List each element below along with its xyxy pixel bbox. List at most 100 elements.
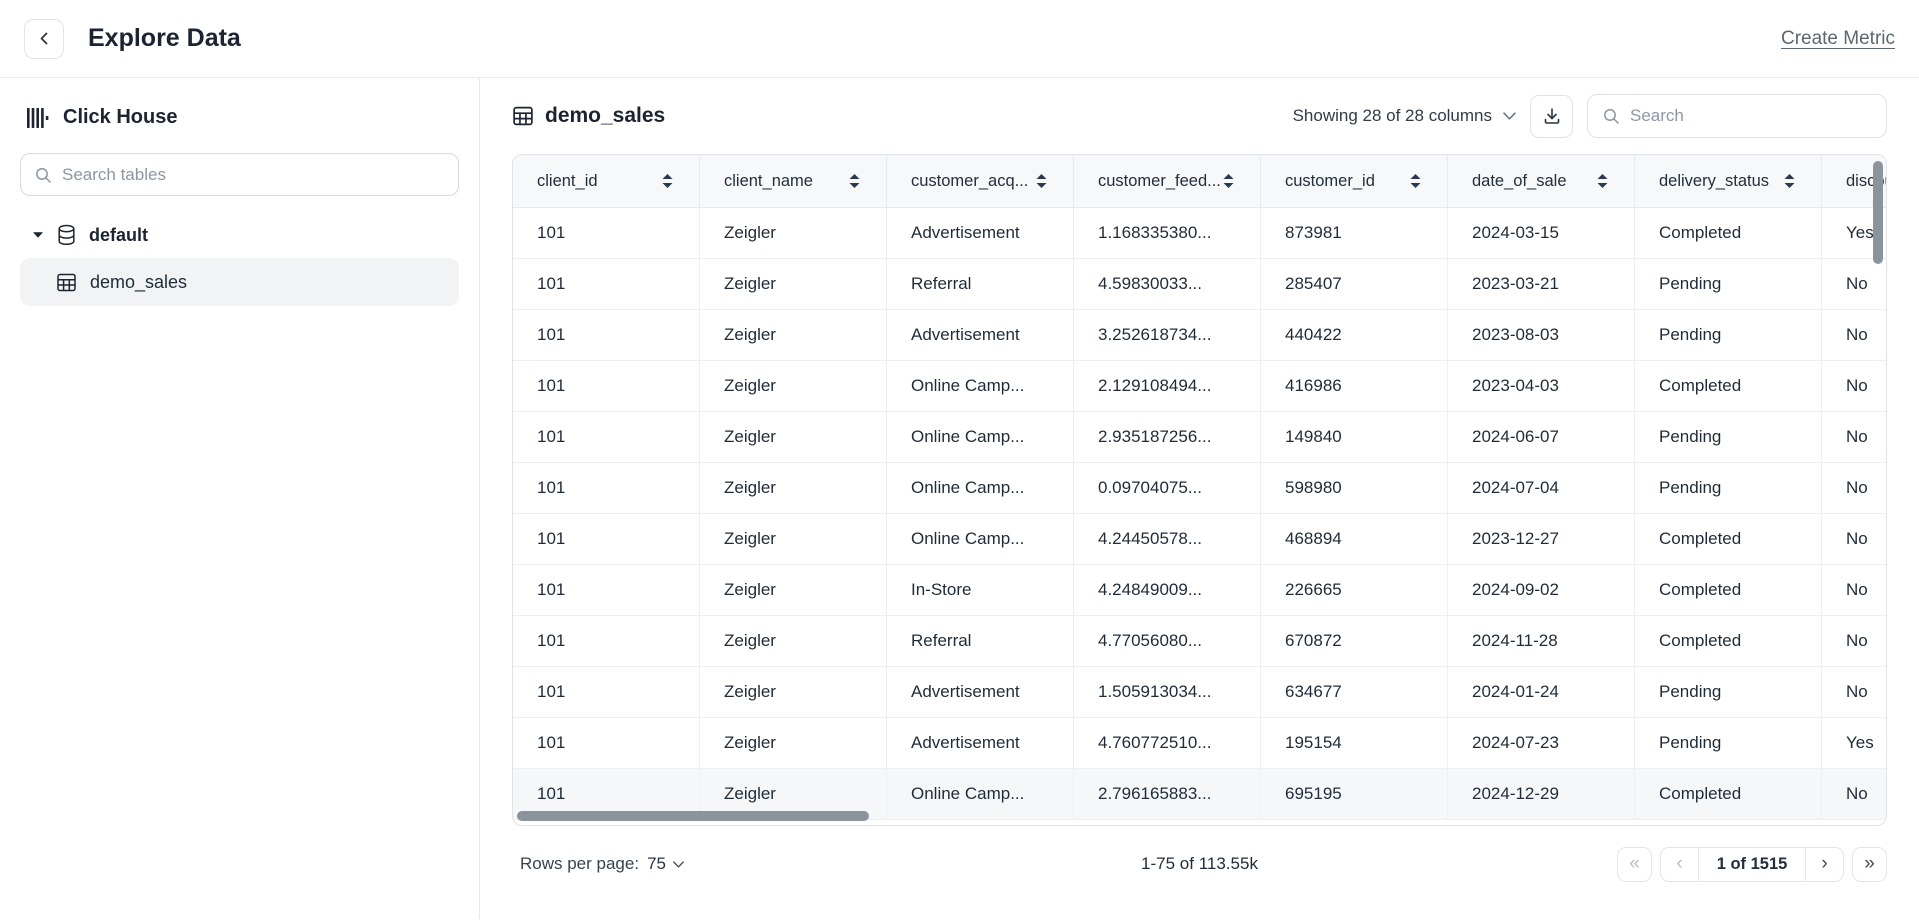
table-cell: Advertisement — [887, 310, 1074, 360]
rows-per-page-label: Rows per page: — [520, 854, 639, 874]
table-cell: 101 — [513, 412, 700, 462]
table-row[interactable]: 101ZeiglerAdvertisement4.760772510...195… — [513, 718, 1887, 769]
sort-icon[interactable] — [1223, 174, 1234, 188]
table-cell: 416986 — [1261, 361, 1448, 411]
table-cell: 598980 — [1261, 463, 1448, 513]
vertical-scrollbar-thumb[interactable] — [1873, 161, 1883, 264]
table-cell: Zeigler — [700, 412, 887, 462]
create-metric-link[interactable]: Create Metric — [1781, 28, 1895, 50]
datasource-header: Click House — [20, 106, 459, 129]
horizontal-scrollbar-thumb[interactable] — [517, 811, 869, 821]
prev-page-button[interactable]: ‹ — [1661, 848, 1698, 881]
column-header-customer_feed[interactable]: customer_feed... — [1074, 155, 1261, 207]
table-cell: Zeigler — [700, 514, 887, 564]
table-cell: Zeigler — [700, 361, 887, 411]
download-button[interactable] — [1530, 95, 1573, 138]
sidebar-item-table-selected[interactable]: demo_sales — [20, 258, 459, 306]
column-header-date_of_sale[interactable]: date_of_sale — [1448, 155, 1635, 207]
table-row[interactable]: 101ZeiglerOnline Camp...0.09704075...598… — [513, 463, 1887, 514]
table-cell: Online Camp... — [887, 412, 1074, 462]
column-header-label: date_of_sale — [1472, 172, 1567, 191]
rows-per-page-value: 75 — [647, 854, 666, 874]
column-header-label: customer_feed... — [1098, 172, 1221, 191]
table-cell: 2024-06-07 — [1448, 412, 1635, 462]
table-title-label: demo_sales — [545, 104, 665, 128]
sort-icon[interactable] — [1410, 174, 1421, 188]
table-cell: Zeigler — [700, 616, 887, 666]
chevron-left-icon — [37, 31, 52, 46]
table-cell: 2024-07-04 — [1448, 463, 1635, 513]
columns-summary-label: Showing 28 of 28 columns — [1293, 106, 1492, 126]
table-cell: 4.59830033... — [1074, 259, 1261, 309]
table-row[interactable]: 101ZeiglerAdvertisement1.505913034...634… — [513, 667, 1887, 718]
rows-per-page: Rows per page: 75 — [512, 854, 684, 874]
table-cell: Completed — [1635, 514, 1822, 564]
sort-icon[interactable] — [1597, 174, 1608, 188]
table-title: demo_sales — [512, 104, 665, 128]
table-toolbar: demo_sales Showing 28 of 28 columns — [512, 78, 1887, 154]
column-header-client_name[interactable]: client_name — [700, 155, 887, 207]
back-button[interactable] — [24, 19, 64, 59]
sort-icon[interactable] — [662, 174, 673, 188]
table-cell: 101 — [513, 667, 700, 717]
table-cell: 4.77056080... — [1074, 616, 1261, 666]
column-header-label: customer_id — [1285, 172, 1375, 191]
table-cell: Zeigler — [700, 667, 887, 717]
table-row[interactable]: 101ZeiglerAdvertisement1.168335380...873… — [513, 208, 1887, 259]
table-cell: No — [1822, 463, 1887, 513]
table-row[interactable]: 101ZeiglerReferral4.59830033...285407202… — [513, 259, 1887, 310]
table-cell: 468894 — [1261, 514, 1448, 564]
column-header-customer_acq[interactable]: customer_acq... — [887, 155, 1074, 207]
table-icon — [56, 272, 77, 293]
table-cell: Advertisement — [887, 208, 1074, 258]
column-header-delivery_status[interactable]: delivery_status — [1635, 155, 1822, 207]
sort-icon[interactable] — [849, 174, 860, 188]
table-search-input[interactable] — [62, 165, 445, 185]
table-cell: No — [1822, 259, 1887, 309]
table-cell: 4.24849009... — [1074, 565, 1261, 615]
table-cell: 101 — [513, 616, 700, 666]
table-cell: Advertisement — [887, 667, 1074, 717]
table-cell: No — [1822, 565, 1887, 615]
column-header-client_id[interactable]: client_id — [513, 155, 700, 207]
table-cell: Referral — [887, 616, 1074, 666]
caret-down-icon[interactable] — [32, 231, 44, 239]
table-cell: No — [1822, 514, 1887, 564]
column-header-label: client_id — [537, 172, 598, 191]
table-cell: Pending — [1635, 259, 1822, 309]
table-row[interactable]: 101ZeiglerOnline Camp...2.935187256...14… — [513, 412, 1887, 463]
sort-icon[interactable] — [1036, 174, 1047, 188]
rows-per-page-select[interactable]: 75 — [647, 854, 684, 874]
table-row[interactable]: 101ZeiglerOnline Camp...4.24450578...468… — [513, 514, 1887, 565]
page-title: Explore Data — [88, 24, 241, 53]
table-row[interactable]: 101ZeiglerReferral4.77056080...670872202… — [513, 616, 1887, 667]
grid-search-input[interactable] — [1630, 106, 1872, 126]
first-page-button[interactable]: « — [1617, 847, 1652, 882]
column-header-customer_id[interactable]: customer_id — [1261, 155, 1448, 207]
table-row[interactable]: 101ZeiglerIn-Store4.24849009...226665202… — [513, 565, 1887, 616]
table-cell: No — [1822, 667, 1887, 717]
table-row[interactable]: 101ZeiglerAdvertisement3.252618734...440… — [513, 310, 1887, 361]
last-page-button[interactable]: » — [1852, 847, 1887, 882]
table-cell: Zeigler — [700, 259, 887, 309]
table-cell: 695195 — [1261, 769, 1448, 819]
table-cell: Zeigler — [700, 310, 887, 360]
grid-search-box[interactable] — [1587, 94, 1887, 138]
table-cell: Completed — [1635, 208, 1822, 258]
table-cell: 101 — [513, 463, 700, 513]
table-cell: Zeigler — [700, 463, 887, 513]
table-cell: 2024-11-28 — [1448, 616, 1635, 666]
table-search-box[interactable] — [20, 153, 459, 196]
clickhouse-logo-icon — [26, 107, 50, 129]
table-cell: 149840 — [1261, 412, 1448, 462]
sidebar-item-database[interactable]: default — [20, 224, 459, 246]
table-row[interactable]: 101ZeiglerOnline Camp...2.129108494...41… — [513, 361, 1887, 412]
table-cell: Completed — [1635, 769, 1822, 819]
table-cell: 2024-03-15 — [1448, 208, 1635, 258]
sort-icon[interactable] — [1784, 174, 1795, 188]
database-name: default — [89, 225, 148, 246]
next-page-button[interactable]: › — [1806, 848, 1843, 881]
columns-summary-dropdown[interactable]: Showing 28 of 28 columns — [1293, 106, 1516, 126]
table-cell: 440422 — [1261, 310, 1448, 360]
table-cell: 1.168335380... — [1074, 208, 1261, 258]
